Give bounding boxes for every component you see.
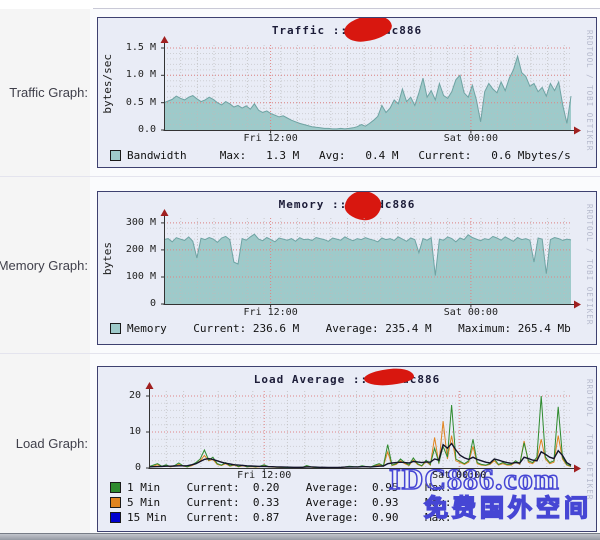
y-tick-label: 0: [98, 298, 156, 309]
rrdtool-watermark: RRDTOOL / TOBI OETIKER: [585, 30, 594, 151]
x-tick-label: Fri 12:00: [244, 307, 298, 318]
legend: 1 Min Current: 0.20 Average: 0.95 Max: 5…: [110, 480, 594, 525]
load-graph-title: Load Average :: dc886: [98, 372, 596, 386]
y-tick-label: 1.5 M: [98, 42, 156, 53]
rrdtool-watermark: RRDTOOL / TOBI OETIKER: [585, 204, 594, 325]
load-graph-label: Load Graph:: [16, 436, 88, 451]
plot-area: [154, 35, 583, 141]
load-graph-panel[interactable]: Load Average :: dc886 1 Min Current: 0.2…: [97, 366, 597, 532]
x-tick-label: Sat 00:00: [444, 133, 498, 144]
x-tick-label: Fri 12:00: [244, 133, 298, 144]
memory-graph-title: Memory :: dc886: [98, 197, 596, 211]
x-tick-label: Sat 00:00: [444, 307, 498, 318]
x-tick-label: Sat 00:00: [432, 470, 486, 481]
graph-title-prefix: Load Average ::: [254, 373, 368, 386]
red-scribble-icon: [343, 17, 393, 43]
legend-row: Memory Current: 236.6 M Average: 235.4 M…: [110, 321, 594, 336]
legend-swatch: [110, 150, 121, 161]
top-strip: [0, 0, 600, 9]
bottom-bar: [0, 533, 600, 540]
graph-title-host: dc886: [377, 198, 415, 211]
memory-graph-label: Memory Graph:: [0, 258, 88, 273]
legend-text: 1 Min Current: 0.20 Average: 0.95 Max:: [127, 481, 452, 494]
y-tick-label: 0.5 M: [98, 97, 156, 108]
legend-row: 1 Min Current: 0.20 Average: 0.95 Max:: [110, 480, 594, 495]
legend-text: Bandwidth Max: 1.3 M Avg: 0.4 M Current:…: [127, 149, 571, 162]
traffic-row: Traffic Graph: Traffic :: dc886 bytes/se…: [0, 9, 600, 177]
graph-title-prefix: Traffic ::: [272, 24, 348, 37]
y-tick-label: 1.0 M: [98, 69, 156, 80]
load-graph-cell: Load Average :: dc886 1 Min Current: 0.2…: [90, 354, 600, 533]
legend-text: Memory Current: 236.6 M Average: 235.4 M…: [127, 322, 571, 335]
legend: Memory Current: 236.6 M Average: 235.4 M…: [110, 321, 594, 336]
monitoring-page: Traffic Graph: Traffic :: dc886 bytes/se…: [0, 0, 600, 540]
y-tick-label: 300 M: [98, 217, 156, 228]
redaction-scribble: [368, 372, 402, 386]
load-row-label: Load Graph:: [0, 354, 90, 533]
memory-row-label: Memory Graph:: [0, 177, 90, 353]
y-tick-label: 100 M: [98, 271, 156, 282]
legend: Bandwidth Max: 1.3 M Avg: 0.4 M Current:…: [110, 148, 594, 163]
y-tick-label: 10: [98, 426, 141, 437]
traffic-graph-cell: Traffic :: dc886 bytes/sec Bandwidth Max…: [90, 9, 600, 176]
legend-swatch: [110, 497, 121, 508]
plot-area: [154, 208, 583, 315]
rrdtool-watermark: RRDTOOL / TOBI OETIKER: [585, 379, 594, 500]
traffic-graph-panel[interactable]: Traffic :: dc886 bytes/sec Bandwidth Max…: [97, 17, 597, 168]
load-row: Load Graph: Load Average :: dc886 1 Min …: [0, 354, 600, 533]
redaction-scribble: [348, 23, 384, 37]
memory-row: Memory Graph: Memory :: dc886 bytes Memo…: [0, 177, 600, 354]
legend-swatch: [110, 323, 121, 334]
plot-area: [139, 381, 583, 479]
y-tick-label: 0.0: [98, 124, 156, 135]
traffic-row-label: Traffic Graph:: [0, 9, 90, 176]
graph-title-prefix: Memory ::: [279, 198, 348, 211]
legend-row: 15 Min Current: 0.87 Average: 0.90 Max:: [110, 510, 594, 525]
y-tick-label: 0: [98, 462, 141, 473]
legend-text: 15 Min Current: 0.87 Average: 0.90 Max:: [127, 511, 452, 524]
traffic-graph-label: Traffic Graph:: [9, 85, 88, 100]
legend-swatch: [110, 482, 121, 493]
legend-text: 5 Min Current: 0.33 Average: 0.93 Max:: [127, 496, 452, 509]
y-tick-label: 200 M: [98, 244, 156, 255]
red-scribble-icon: [343, 191, 383, 222]
memory-graph-cell: Memory :: dc886 bytes Memory Current: 23…: [90, 177, 600, 353]
legend-row: 5 Min Current: 0.33 Average: 0.93 Max:: [110, 495, 594, 510]
memory-graph-panel[interactable]: Memory :: dc886 bytes Memory Current: 23…: [97, 191, 597, 345]
x-tick-label: Fri 12:00: [237, 470, 291, 481]
legend-swatch: [110, 512, 121, 523]
y-tick-label: 20: [98, 390, 141, 401]
legend-row: Bandwidth Max: 1.3 M Avg: 0.4 M Current:…: [110, 148, 594, 163]
redaction-scribble: [347, 197, 377, 211]
traffic-graph-title: Traffic :: dc886: [98, 23, 596, 37]
